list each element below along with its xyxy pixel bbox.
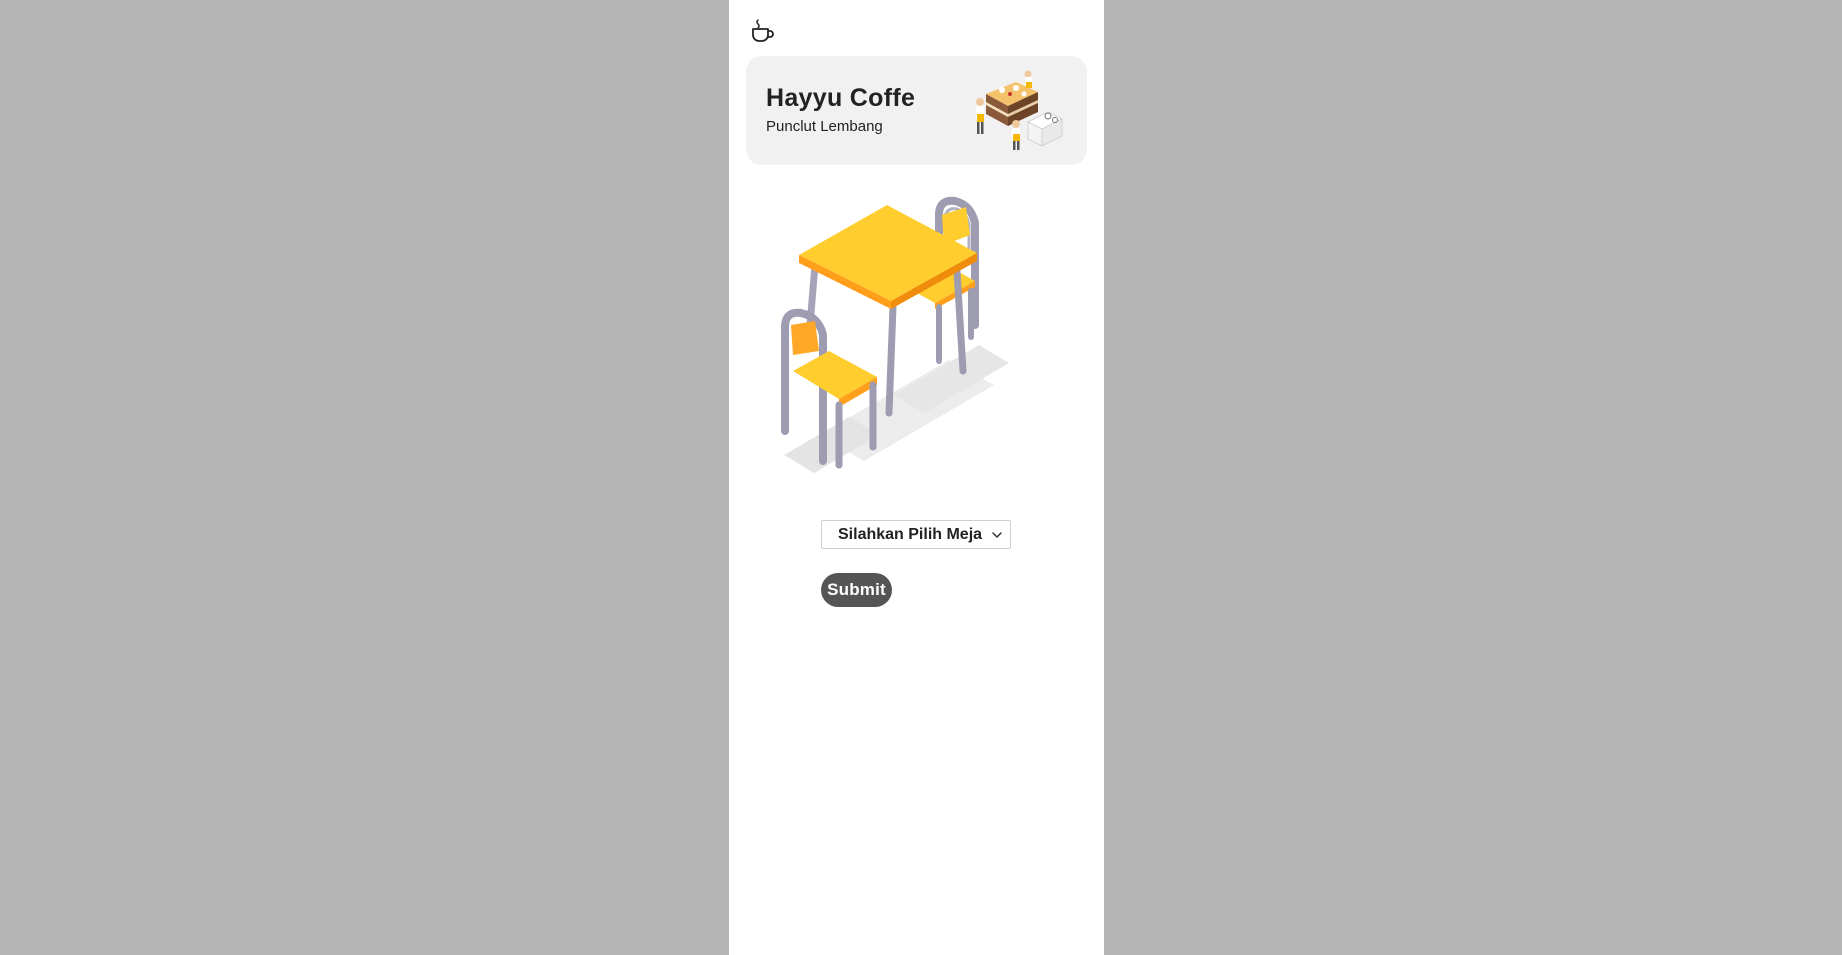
coffee-cup-icon [752, 19, 774, 42]
table-select-value: Silahkan Pilih Meja [838, 525, 983, 543]
header-card: Hayyu Coffe Punclut Lembang [746, 56, 1087, 165]
submit-button[interactable]: Submit [821, 573, 892, 607]
table-select[interactable]: Silahkan Pilih Meja [821, 520, 1011, 549]
baristas-cake-illustration [976, 70, 1063, 150]
table-chairs-illustration [781, 196, 1009, 473]
chevron-down-icon [992, 531, 1002, 538]
app-screen: Hayyu Coffe Punclut Lembang Silahkan Pil… [729, 0, 1104, 955]
brand-title: Hayyu Coffe [766, 84, 916, 112]
brand-subtitle: Punclut Lembang [766, 118, 883, 135]
